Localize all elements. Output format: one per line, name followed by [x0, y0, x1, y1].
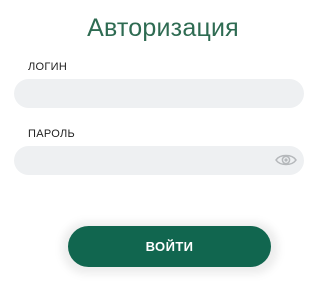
eye-icon[interactable] [275, 153, 297, 167]
login-label: ЛОГИН [28, 61, 68, 73]
password-input[interactable] [14, 146, 304, 175]
login-input[interactable] [14, 79, 304, 108]
auth-page: Авторизация ЛОГИН ПАРОЛЬ ВОЙТИ [0, 0, 326, 282]
password-label: ПАРОЛЬ [28, 128, 76, 140]
login-button[interactable]: ВОЙТИ [68, 226, 271, 267]
page-title: Авторизация [87, 14, 239, 42]
